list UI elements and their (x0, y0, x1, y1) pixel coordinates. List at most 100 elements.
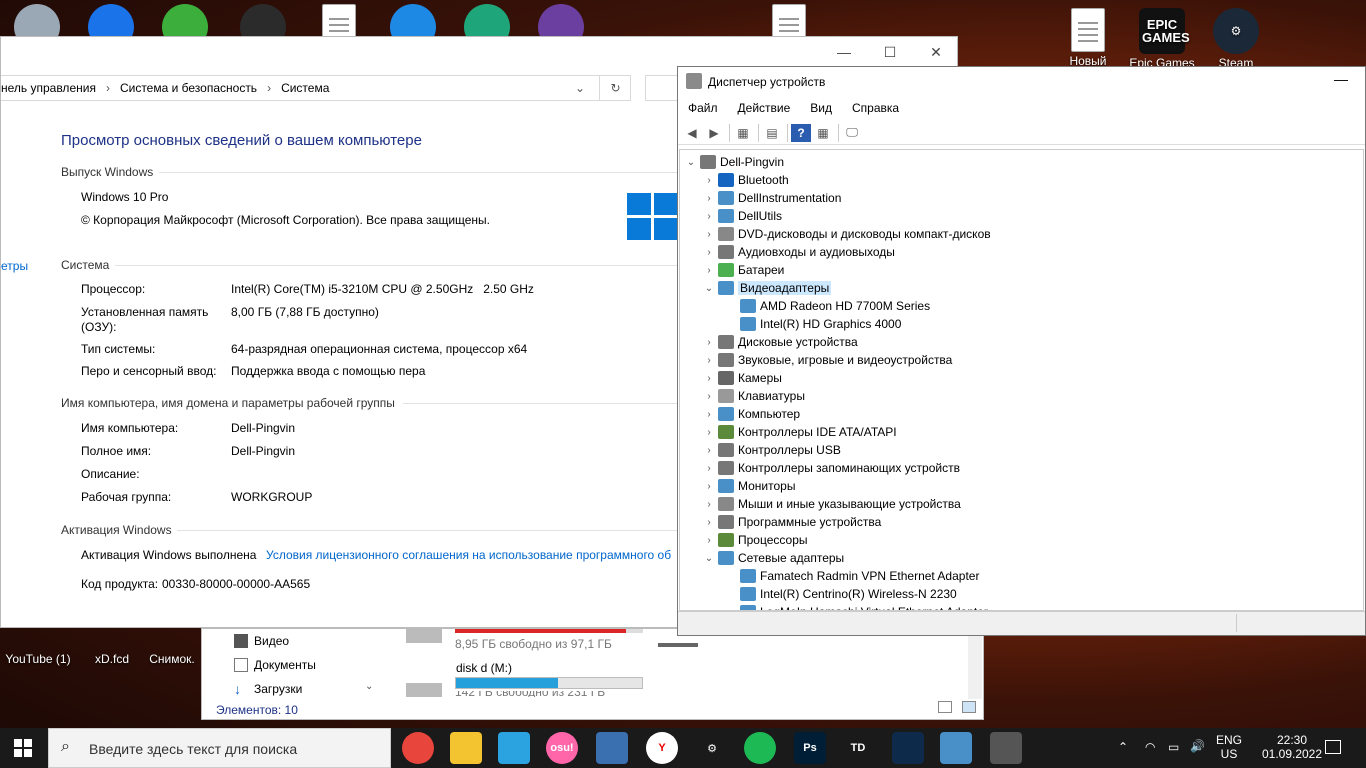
nav-scroll-down-icon[interactable]: ⌄ (365, 681, 373, 692)
yandex-icon[interactable]: Y (646, 732, 678, 764)
device-category[interactable]: › DVD-дисководы и дисководы компакт-диско… (702, 225, 991, 243)
minimize-button[interactable]: — (821, 37, 867, 67)
view-icon[interactable]: ▦ (813, 124, 833, 142)
chrome-icon[interactable] (402, 732, 434, 764)
volume-icon[interactable]: 🔊 (1190, 739, 1205, 753)
device-category[interactable]: › Дисковые устройства (702, 333, 858, 351)
nav-documents[interactable]: Документы (254, 658, 316, 672)
device-category[interactable]: › Контроллеры USB (702, 441, 841, 459)
device-category[interactable]: › Батареи (702, 261, 784, 279)
chevron-right-icon[interactable]: › (702, 463, 716, 474)
chevron-right-icon[interactable]: › (702, 445, 716, 456)
refresh-icon[interactable]: ↻ (599, 76, 631, 100)
chevron-down-icon[interactable]: ⌄ (684, 157, 698, 168)
chevron-right-icon[interactable]: › (702, 193, 716, 204)
chevron-down-icon[interactable]: ⌄ (702, 553, 716, 564)
chevron-right-icon[interactable]: › (702, 247, 716, 258)
device-category[interactable]: › Bluetooth (702, 171, 789, 189)
chevron-right-icon[interactable]: › (702, 409, 716, 420)
details-view-icon[interactable] (938, 701, 952, 713)
device-category[interactable]: › Аудиовходы и аудиовыходы (702, 243, 895, 261)
system-info-icon[interactable] (940, 732, 972, 764)
language-indicator[interactable]: ENG US (1216, 733, 1242, 761)
forward-icon[interactable]: ▶ (704, 124, 724, 142)
desktop-icon-screenshot[interactable]: Снимок. (140, 628, 204, 666)
chevron-right-icon[interactable]: › (702, 175, 716, 186)
search-box[interactable] (645, 75, 679, 101)
chevron-right-icon[interactable]: › (702, 535, 716, 546)
chevron-right-icon[interactable]: › (702, 211, 716, 222)
device-category[interactable]: › Контроллеры IDE ATA/ATAPI (702, 423, 897, 441)
help-icon[interactable]: ? (791, 123, 811, 142)
chevron-right-icon[interactable]: › (702, 391, 716, 402)
tiles-view-icon[interactable] (962, 701, 976, 713)
back-icon[interactable]: ◀ (682, 124, 702, 142)
side-link[interactable]: етры (1, 259, 28, 273)
menu-action[interactable]: Действие (728, 97, 801, 119)
photoshop-icon[interactable]: Ps (794, 732, 826, 764)
device-manager-icon[interactable] (990, 732, 1022, 764)
close-button[interactable]: ✕ (913, 37, 959, 67)
scrollbar[interactable] (968, 629, 982, 699)
device-item[interactable]: LogMeIn Hamachi Virtual Ethernet Adapter (738, 603, 988, 610)
chevron-right-icon[interactable]: › (702, 481, 716, 492)
chevron-right-icon[interactable]: › (702, 355, 716, 366)
device-item[interactable]: AMD Radeon HD 7700M Series (738, 297, 930, 315)
chevron-down-icon[interactable]: ⌄ (702, 283, 716, 294)
device-category[interactable]: › Контроллеры запоминающих устройств (702, 459, 960, 477)
device-app-icon[interactable] (596, 732, 628, 764)
breadcrumb-control-panel[interactable]: нель управления (1, 81, 96, 95)
drive2-name[interactable]: disk d (M:) (456, 661, 512, 675)
spotify-icon[interactable] (744, 732, 776, 764)
device-category[interactable]: › Компьютер (702, 405, 800, 423)
chevron-up-icon[interactable]: ⌃ (1118, 740, 1128, 754)
tree-root[interactable]: ⌄ Dell-Pingvin (684, 153, 784, 171)
license-link[interactable]: Условия лицензионного соглашения на испо… (266, 548, 679, 562)
desktop-icon-youtube[interactable]: YouTube (1) (0, 628, 76, 666)
tree-view-icon[interactable]: ▦ (733, 124, 753, 142)
device-category[interactable]: › Камеры (702, 369, 782, 387)
menu-view[interactable]: Вид (800, 97, 842, 119)
maximize-button[interactable]: ☐ (867, 37, 913, 67)
breadcrumb-security[interactable]: Система и безопасность (120, 81, 257, 95)
device-item[interactable]: Famatech Radmin VPN Ethernet Adapter (738, 567, 979, 585)
wifi-icon[interactable]: ◠ (1145, 740, 1155, 754)
app-dark-icon[interactable] (892, 732, 924, 764)
osu-icon[interactable]: osu! (546, 732, 578, 764)
nav-downloads[interactable]: Загрузки (254, 682, 302, 696)
chevron-right-icon[interactable]: › (702, 337, 716, 348)
device-item[interactable]: Intel(R) HD Graphics 4000 (738, 315, 901, 333)
chevron-right-icon[interactable]: › (702, 499, 716, 510)
desktop-icon-xd[interactable]: xD.fcd (74, 628, 150, 666)
minimize-button[interactable]: — (1334, 71, 1348, 87)
settings-icon[interactable]: ⚙ (696, 732, 728, 764)
chevron-right-icon[interactable]: › (702, 265, 716, 276)
folder-icon[interactable] (450, 732, 482, 764)
device-category[interactable]: › DellInstrumentation (702, 189, 841, 207)
desktop-icon-new[interactable]: Новый (1050, 8, 1126, 68)
chevron-right-icon[interactable]: › (702, 517, 716, 528)
chevron-down-icon[interactable]: ⌄ (575, 81, 585, 95)
device-item[interactable]: Intel(R) Centrino(R) Wireless-N 2230 (738, 585, 957, 603)
device-category[interactable]: › Мыши и иные указывающие устройства (702, 495, 961, 513)
chevron-right-icon[interactable]: › (702, 427, 716, 438)
desktop-icon-steam[interactable]: ⚙ Steam (1198, 8, 1274, 70)
device-category[interactable]: › Мониторы (702, 477, 795, 495)
start-button[interactable] (14, 739, 32, 757)
search-box[interactable]: ⌕ Введите здесь текст для поиска (48, 728, 391, 768)
device-category[interactable]: ⌄ Сетевые адаптеры (702, 549, 844, 567)
device-category[interactable]: › Программные устройства (702, 513, 881, 531)
network-icon[interactable]: ▭ (1168, 740, 1179, 754)
properties-icon[interactable]: ▤ (762, 124, 782, 142)
nav-video[interactable]: Видео (254, 634, 289, 648)
menu-file[interactable]: Файл (678, 97, 728, 119)
notification-icon[interactable] (1325, 740, 1341, 754)
address-bar[interactable]: нель управления › Система и безопасность… (1, 75, 631, 101)
desktop-icon-epic[interactable]: EPIC GAMES Epic Games (1124, 8, 1200, 70)
breadcrumb-system[interactable]: Система (281, 81, 329, 95)
telegram-icon[interactable] (498, 732, 530, 764)
menu-help[interactable]: Справка (842, 97, 909, 119)
device-category[interactable]: › Процессоры (702, 531, 808, 549)
device-category[interactable]: › DellUtils (702, 207, 782, 225)
clock[interactable]: 22:30 01.09.2022 (1252, 733, 1332, 761)
